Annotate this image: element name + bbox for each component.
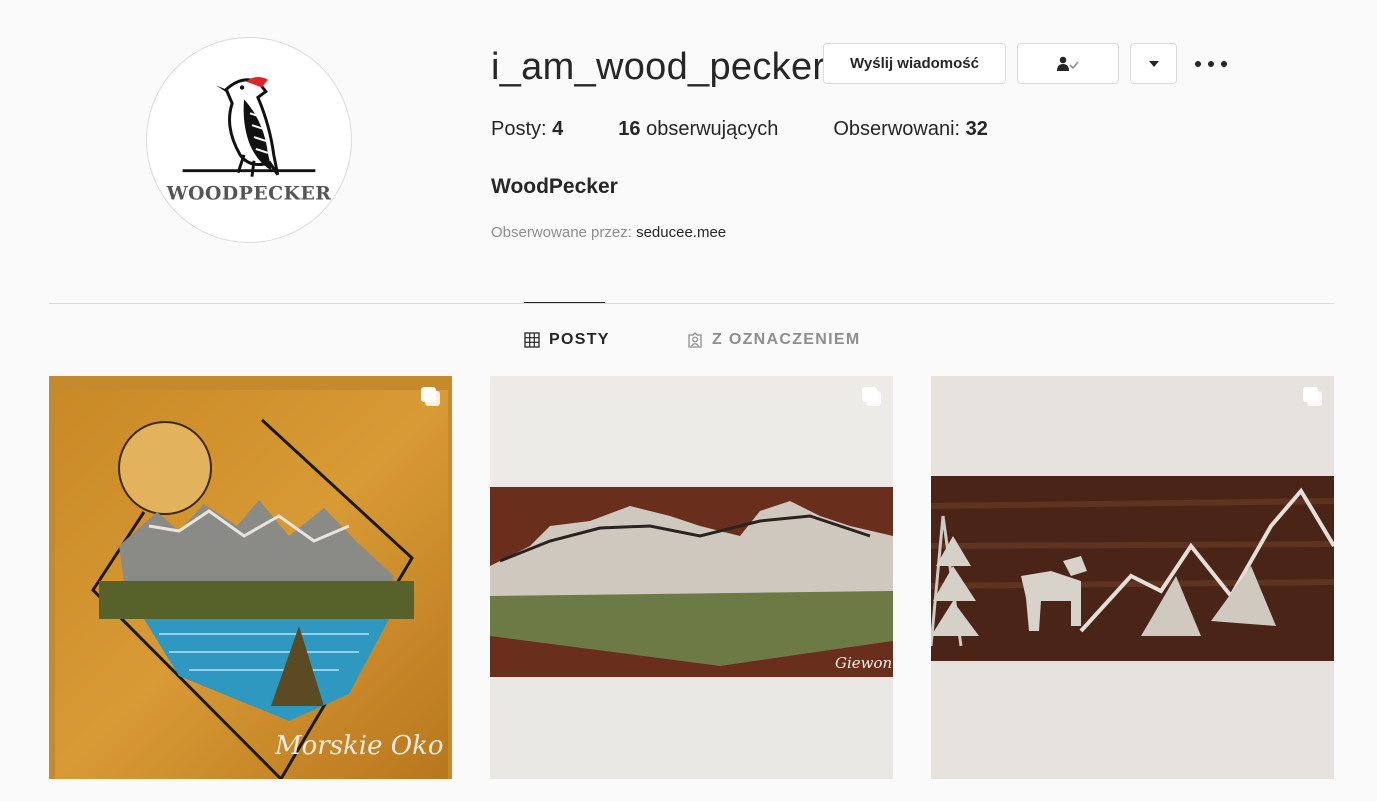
followers-label: obserwujących: [646, 118, 779, 140]
more-options-button[interactable]: [1195, 52, 1227, 76]
followed-by[interactable]: Obserwowane przez: seducee.mee: [491, 224, 726, 241]
post-caption: Morskie Oko: [274, 731, 444, 761]
profile-username: i_am_wood_pecker: [491, 46, 826, 88]
carousel-icon: [862, 387, 881, 406]
send-message-button[interactable]: Wyślij wiadomość: [823, 43, 1006, 84]
carousel-icon: [1303, 387, 1322, 406]
grid-icon: [524, 332, 540, 348]
posts-stat: Posty: 4: [491, 118, 563, 141]
tab-tagged[interactable]: Z OZNACZENIEM: [687, 331, 860, 349]
person-check-icon: [1057, 56, 1079, 71]
profile-avatar[interactable]: WOODPECKER: [146, 37, 352, 243]
followers-count: 16: [618, 118, 641, 140]
post-image: Morskie Oko: [49, 376, 452, 779]
active-tab-indicator: [524, 302, 605, 303]
suggested-accounts-dropdown-button[interactable]: [1130, 43, 1177, 84]
post-thumbnail[interactable]: Morskie Oko: [49, 376, 452, 779]
profile-full-name: WoodPecker: [491, 175, 618, 198]
post-thumbnail[interactable]: Giewont: [490, 376, 893, 779]
carousel-icon: [421, 387, 440, 406]
tab-posts[interactable]: POSTY: [524, 331, 610, 349]
followed-by-label: Obserwowane przez:: [491, 224, 632, 241]
posts-label: Posty:: [491, 118, 547, 140]
tabs-divider: [49, 303, 1334, 304]
profile-stats: Posty: 4 16 obserwujących Obserwowani: 3…: [491, 118, 1043, 141]
tagged-person-icon: [688, 332, 702, 348]
post-image: [931, 376, 1334, 779]
tab-posts-label: POSTY: [549, 331, 610, 348]
following-stat[interactable]: Obserwowani: 32: [833, 118, 988, 141]
woodpecker-logo-icon: WOODPECKER: [166, 77, 332, 204]
ellipsis-icon: [1195, 61, 1201, 67]
tab-tagged-label: Z OZNACZENIEM: [712, 331, 861, 348]
following-count: 32: [965, 118, 988, 140]
following-button[interactable]: [1017, 43, 1119, 84]
post-image: Giewont: [490, 376, 893, 779]
avatar-text: WOODPECKER: [166, 182, 332, 204]
ellipsis-dot: [1221, 61, 1227, 67]
following-label: Obserwowani:: [833, 118, 961, 140]
post-caption: Giewont: [835, 654, 893, 672]
followed-by-name[interactable]: seducee.mee: [636, 224, 726, 241]
caret-down-icon: [1148, 60, 1159, 67]
posts-count: 4: [552, 118, 564, 140]
post-thumbnail[interactable]: [931, 376, 1334, 779]
ellipsis-dot: [1208, 61, 1214, 67]
followers-stat[interactable]: 16 obserwujących: [618, 118, 778, 141]
